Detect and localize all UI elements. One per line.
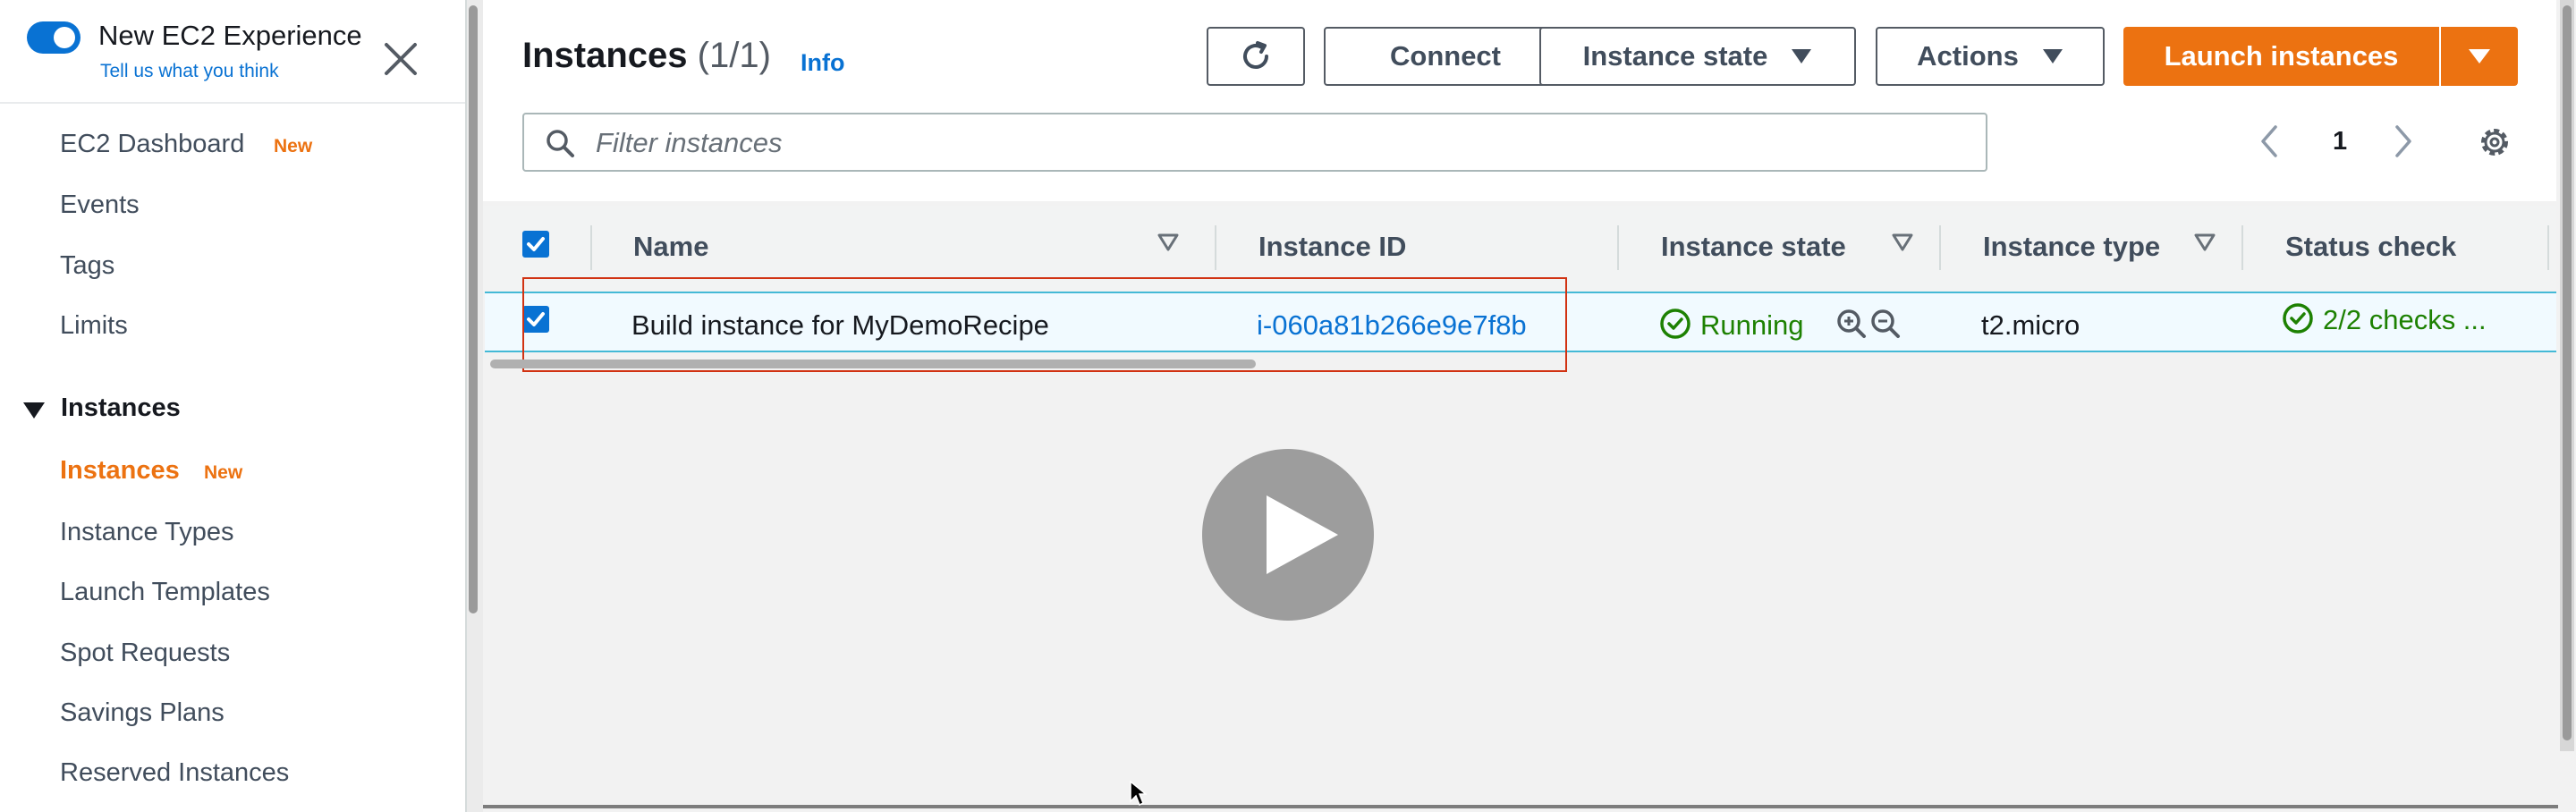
caret-down-icon [1792, 49, 1812, 63]
instance-state-button[interactable]: Instance state [1539, 27, 1856, 86]
sidebar-item-tags[interactable]: Tags [60, 251, 114, 281]
new-badge: New [204, 462, 243, 483]
mouse-cursor-icon [1129, 780, 1148, 811]
column-header-name[interactable]: Name [633, 231, 708, 263]
bottom-divider [483, 805, 2558, 808]
column-separator [1617, 225, 1619, 270]
sidebar-item-spot-requests[interactable]: Spot Requests [60, 639, 230, 668]
sidebar-scrollbar-thumb[interactable] [469, 5, 478, 613]
column-header-instance-type[interactable]: Instance type [1983, 231, 2160, 263]
page-number[interactable]: 1 [2333, 127, 2347, 156]
select-all-checkbox[interactable] [522, 231, 549, 258]
cell-status-check[interactable]: 2/2 checks ... [2323, 304, 2487, 336]
refresh-button[interactable] [1207, 27, 1305, 86]
vertical-scrollbar-thumb[interactable] [2563, 5, 2572, 740]
actions-button[interactable]: Actions [1876, 27, 2105, 86]
chevron-right-icon[interactable] [2388, 123, 2419, 164]
table-header: Name Instance ID Instance state Instance… [483, 206, 2556, 290]
sidebar-item-instance-types[interactable]: Instance Types [60, 518, 234, 547]
sort-icon[interactable] [2194, 233, 2216, 257]
sidebar-item-label: Limits [60, 311, 128, 340]
check-circle-icon [1659, 308, 1691, 344]
sidebar-item-label: Spot Requests [60, 639, 231, 667]
check-circle-icon [2282, 302, 2314, 339]
sidebar-item-limits[interactable]: Limits [60, 311, 128, 341]
sidebar-item-label: Instances [60, 456, 180, 485]
sidebar-item-label: Savings Plans [60, 698, 225, 727]
sidebar-item-label: Instance Types [60, 518, 234, 546]
zoom-out-icon[interactable] [1869, 308, 1902, 344]
sidebar-item-reserved-instances[interactable]: Reserved Instances [60, 758, 289, 788]
sidebar-item-label: Events [60, 190, 140, 219]
play-icon[interactable] [1202, 449, 1374, 621]
sidebar-item-events[interactable]: Events [60, 190, 140, 220]
search-input[interactable] [594, 123, 1939, 163]
sidebar-item-launch-templates[interactable]: Launch Templates [60, 578, 270, 607]
cell-instance-state: Running [1700, 309, 1804, 341]
selection-count: (1/1) [697, 36, 771, 75]
launch-instances-button[interactable]: Launch instances [2123, 27, 2439, 86]
cell-name: Build instance for MyDemoRecipe [631, 309, 1049, 341]
sidebar-item-label: Tags [60, 251, 115, 280]
sort-icon[interactable] [1892, 233, 1913, 257]
cell-instance-id-link[interactable]: i-060a81b266e9e7f8b [1257, 309, 1527, 342]
caret-down-icon [2469, 49, 2490, 63]
refresh-icon [1243, 41, 1268, 69]
column-separator [1215, 225, 1216, 270]
cell-instance-type: t2.micro [1981, 309, 2080, 341]
sidebar-divider [0, 102, 465, 104]
zoom-in-icon[interactable] [1835, 308, 1868, 344]
experience-title: New EC2 Experience [98, 20, 362, 51]
sidebar-item-label: EC2 Dashboard [60, 130, 245, 158]
connect-button[interactable]: Connect [1324, 27, 1567, 86]
sort-icon[interactable] [1157, 233, 1179, 257]
main-content: Instances (1/1) Info Connect Instance st… [483, 0, 2574, 812]
sidebar-item-instances[interactable]: Instances [60, 456, 180, 486]
sidebar-item-savings-plans[interactable]: Savings Plans [60, 698, 225, 728]
column-header-instance-state[interactable]: Instance state [1661, 231, 1846, 263]
launch-instances-dropdown[interactable] [2441, 27, 2518, 86]
row-checkbox[interactable] [522, 306, 549, 333]
page-title-text: Instances [522, 36, 688, 75]
search-box [522, 113, 1987, 172]
actions-label: Actions [1917, 40, 2019, 72]
sidebar-section-instances[interactable]: Instances [61, 393, 181, 423]
sidebar-item-label: Launch Templates [60, 578, 270, 606]
sidebar: New EC2 Experience Tell us what you thin… [0, 0, 467, 812]
caret-down-icon[interactable] [21, 401, 47, 425]
chevron-left-icon[interactable] [2254, 123, 2284, 164]
connect-label: Connect [1390, 40, 1501, 72]
instance-state-label: Instance state [1582, 40, 1768, 72]
gear-icon[interactable] [2476, 123, 2513, 165]
search-icon [544, 127, 576, 164]
column-header-instance-id[interactable]: Instance ID [1258, 231, 1406, 263]
sidebar-item-label: Reserved Instances [60, 758, 290, 787]
page-title: Instances (1/1) [522, 36, 771, 76]
column-separator [590, 225, 592, 270]
sidebar-item-ec2-dashboard[interactable]: EC2 Dashboard [60, 130, 244, 159]
new-badge: New [274, 136, 313, 156]
column-separator [1939, 225, 1941, 270]
table-row[interactable]: Build instance for MyDemoRecipe i-060a81… [485, 292, 2556, 352]
info-link[interactable]: Info [801, 49, 844, 77]
close-icon[interactable] [377, 36, 424, 82]
new-experience-toggle[interactable] [27, 21, 80, 54]
column-separator [2547, 225, 2549, 270]
horizontal-scrollbar[interactable] [490, 359, 1256, 368]
column-separator [2241, 225, 2243, 270]
caret-down-icon [2042, 49, 2063, 63]
instances-panel: Instances (1/1) Info Connect Instance st… [483, 0, 2556, 201]
column-header-status-check[interactable]: Status check [2285, 231, 2456, 263]
feedback-link[interactable]: Tell us what you think [100, 61, 279, 82]
